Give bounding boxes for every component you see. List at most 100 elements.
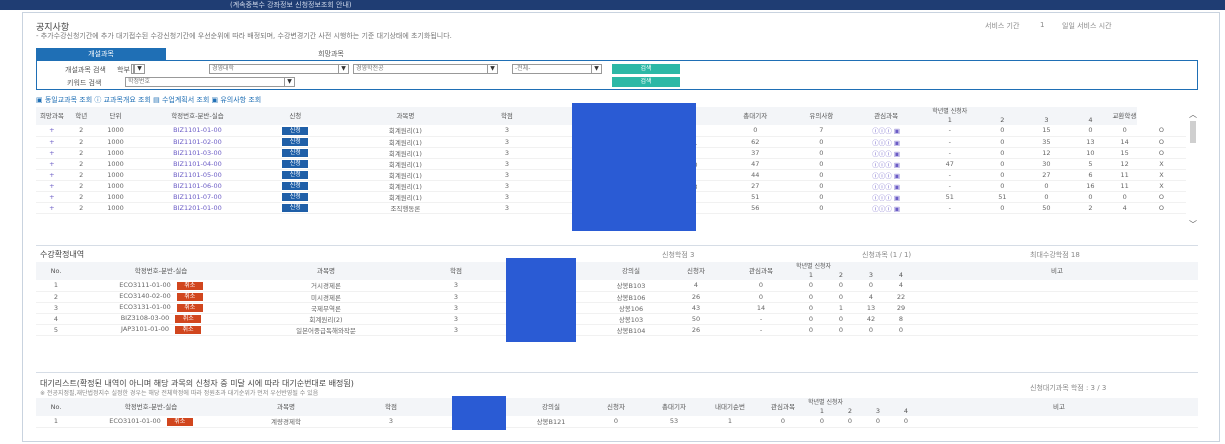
grade: 2	[79, 126, 84, 135]
college-select[interactable]: 경영대학 ▼	[209, 64, 349, 74]
applicants: 0	[613, 417, 619, 426]
grade-3: 16	[1086, 181, 1095, 190]
grade: 2	[79, 181, 84, 190]
apply-button[interactable]: 신청	[282, 138, 309, 146]
course-name: 미시경제론	[311, 293, 341, 302]
apply-button[interactable]: 신청	[282, 182, 309, 190]
grade-group-header: 학년별 신청자	[796, 263, 832, 270]
wish-add-button[interactable]: +	[49, 171, 54, 179]
applicants: 26	[691, 292, 701, 301]
total-waitlist: 0	[819, 159, 824, 168]
wish-add-button[interactable]: +	[49, 193, 54, 201]
table-row: 1ECO3111-01-00취소거시경제론3화4,목5,6상봉B10340000…	[36, 280, 1198, 292]
cancel-button[interactable]: 취소	[166, 417, 193, 426]
apply-button[interactable]: 신청	[282, 149, 309, 157]
apply-button[interactable]: 신청	[282, 160, 309, 168]
column-header: 학년별 신청자 1	[919, 107, 981, 125]
scroll-down-icon[interactable]: ﹀	[1187, 221, 1199, 229]
credits: 3	[504, 170, 510, 179]
interest: 14	[756, 303, 766, 312]
exchange: O	[1158, 192, 1164, 201]
grade-1: 51	[998, 192, 1007, 201]
course-code-link[interactable]: BIZ1101-01-00	[173, 126, 222, 134]
interest: 47	[945, 159, 954, 168]
notes-icons[interactable]: ⓘⓘⓘ ▣	[872, 161, 900, 169]
course-code-link[interactable]: BIZ1101-03-00	[173, 149, 222, 157]
notes-icons[interactable]: ⓘⓘⓘ ▣	[872, 205, 900, 213]
grade-3: 2	[1088, 203, 1093, 212]
grade-3: 0	[1088, 192, 1093, 201]
grade-2: 50	[1042, 203, 1051, 212]
grade-select[interactable]: -전체- ▼	[512, 64, 602, 74]
grade-group-header: 학년별 신청자	[932, 108, 968, 115]
legend-links[interactable]: ▣ 동일교과목 조회 ⓘ 교과목개요 조회 ▤ 수업계획서 조회 ▣ 유의사항 …	[36, 95, 261, 105]
exchange: X	[1159, 181, 1164, 190]
notes-icons[interactable]: ⓘⓘⓘ ▣	[872, 150, 900, 158]
dept-select-arrow[interactable]: ▼	[133, 64, 145, 74]
grade-4: 0	[903, 417, 909, 426]
course-code-link[interactable]: BIZ1101-04-00	[173, 160, 222, 168]
unit: 1000	[107, 192, 124, 201]
notes-icons[interactable]: ⓘⓘⓘ ▣	[872, 183, 900, 191]
keyword-search-button[interactable]: 검색	[612, 77, 680, 87]
interest: 0	[758, 292, 764, 301]
course-code-link[interactable]: BIZ1101-06-00	[173, 182, 222, 190]
course-code-link[interactable]: BIZ1101-05-00	[173, 171, 222, 179]
grade-4: 0	[898, 325, 904, 334]
classroom: 상봉B103	[616, 282, 646, 291]
course-code-link[interactable]: BIZ1101-07-00	[173, 193, 222, 201]
cancel-button[interactable]: 취소	[174, 326, 201, 334]
apply-button[interactable]: 신청	[282, 126, 309, 135]
chevron-down-icon: ▼	[284, 78, 294, 86]
grade-4: 29	[896, 303, 906, 312]
credits: 3	[504, 203, 510, 212]
exchange: O	[1158, 203, 1164, 212]
column-header: 학정번호-분반-실습	[136, 107, 259, 125]
cancel-button[interactable]: 취소	[176, 304, 203, 312]
applicants: 26	[691, 325, 701, 334]
course-code: ECO3140-02-00	[119, 292, 171, 300]
wish-add-button[interactable]: +	[49, 160, 54, 168]
tab-wish-courses[interactable]: 희망과목	[276, 48, 386, 60]
apply-button[interactable]: 신청	[282, 193, 309, 201]
scroll-up-icon[interactable]: ︿	[1187, 111, 1199, 119]
grade-4: 22	[896, 292, 906, 301]
total-waitlist: 0	[819, 181, 824, 190]
waitlist-subtitle: ※ 전공지정필,재단법정지수 실정한 경우는 해당 전체학정에 따라 정원초과 …	[40, 390, 319, 397]
scroll-thumb[interactable]	[1190, 121, 1196, 143]
cancel-button[interactable]: 취소	[176, 293, 203, 301]
notes-icons[interactable]: ⓘⓘⓘ ▣	[872, 172, 900, 180]
course-name: 회계원리(1)	[388, 149, 422, 158]
redaction-block	[506, 258, 576, 342]
notes-icons[interactable]: ⓘⓘⓘ ▣	[872, 127, 900, 135]
wish-add-button[interactable]: +	[49, 138, 54, 146]
course-code-link[interactable]: BIZ1101-02-00	[173, 138, 222, 146]
course-search-label: 개설과목 검색	[65, 66, 106, 74]
grade-3: 10	[1086, 148, 1095, 157]
exchange: X	[1159, 159, 1164, 168]
cancel-button[interactable]: 취소	[175, 315, 202, 323]
wish-add-button[interactable]: +	[49, 149, 54, 157]
tab-open-courses[interactable]: 개설과목	[36, 48, 166, 60]
exchange: O	[1158, 137, 1164, 146]
wish-add-button[interactable]: +	[49, 126, 54, 134]
wish-add-button[interactable]: +	[49, 182, 54, 190]
major-select[interactable]: 경영학전공 ▼	[353, 64, 498, 74]
apply-button[interactable]: 신청	[282, 204, 309, 212]
keyword-type-select[interactable]: 학정번호 ▼	[125, 77, 295, 87]
course-code-link[interactable]: BIZ1201-01-00	[173, 204, 222, 212]
apply-button[interactable]: 신청	[282, 171, 309, 179]
grade: 2	[79, 137, 84, 146]
grade-4: 0	[1122, 126, 1127, 135]
search-button[interactable]: 검색	[612, 64, 680, 74]
applicants: 51	[751, 192, 760, 201]
waitlist-table: No.학정번호-분반-실습과목명학점강의시간강의실신청자총대기자내대기순번관심과…	[36, 398, 1198, 428]
wish-add-button[interactable]: +	[49, 204, 54, 212]
notes-icons[interactable]: ⓘⓘⓘ ▣	[872, 194, 900, 202]
chevron-down-icon: ▼	[487, 65, 497, 73]
service-period-label: 서비스 기간	[985, 22, 1020, 30]
cancel-button[interactable]: 취소	[176, 281, 203, 290]
notes-icons[interactable]: ⓘⓘⓘ ▣	[872, 139, 900, 147]
course-table-scrollbar[interactable]: ︿ ﹀	[1187, 111, 1199, 229]
grade-1: 0	[1000, 181, 1005, 190]
